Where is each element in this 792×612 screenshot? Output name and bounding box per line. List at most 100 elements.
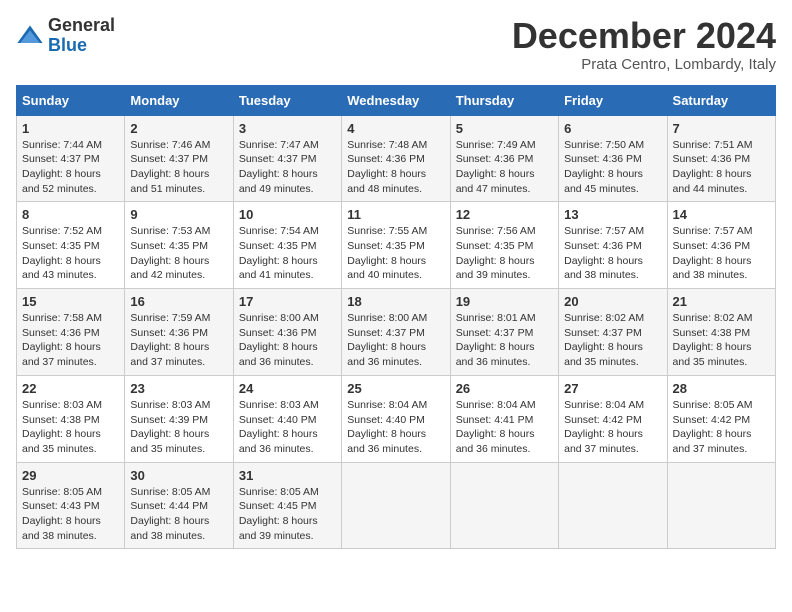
day-number: 12 xyxy=(456,207,553,222)
empty-cell xyxy=(559,462,667,549)
day-number: 27 xyxy=(564,381,661,396)
day-number: 16 xyxy=(130,294,227,309)
col-tuesday: Tuesday xyxy=(233,85,341,115)
day-number: 1 xyxy=(22,121,119,136)
day-info: Sunrise: 7:48 AM Sunset: 4:36 PM Dayligh… xyxy=(347,138,444,197)
day-info: Sunrise: 7:50 AM Sunset: 4:36 PM Dayligh… xyxy=(564,138,661,197)
day-info: Sunrise: 7:49 AM Sunset: 4:36 PM Dayligh… xyxy=(456,138,553,197)
logo: General Blue xyxy=(16,16,115,56)
col-monday: Monday xyxy=(125,85,233,115)
day-cell-27: 27 Sunrise: 8:04 AM Sunset: 4:42 PM Dayl… xyxy=(559,375,667,462)
col-sunday: Sunday xyxy=(17,85,125,115)
day-cell-31: 31 Sunrise: 8:05 AM Sunset: 4:45 PM Dayl… xyxy=(233,462,341,549)
day-number: 9 xyxy=(130,207,227,222)
day-info: Sunrise: 7:54 AM Sunset: 4:35 PM Dayligh… xyxy=(239,224,336,283)
day-number: 23 xyxy=(130,381,227,396)
day-cell-2: 2 Sunrise: 7:46 AM Sunset: 4:37 PM Dayli… xyxy=(125,115,233,202)
day-cell-17: 17 Sunrise: 8:00 AM Sunset: 4:36 PM Dayl… xyxy=(233,289,341,376)
day-cell-24: 24 Sunrise: 8:03 AM Sunset: 4:40 PM Dayl… xyxy=(233,375,341,462)
empty-cell xyxy=(450,462,558,549)
day-info: Sunrise: 8:04 AM Sunset: 4:42 PM Dayligh… xyxy=(564,398,661,457)
day-number: 5 xyxy=(456,121,553,136)
day-number: 14 xyxy=(673,207,770,222)
calendar-week-4: 22 Sunrise: 8:03 AM Sunset: 4:38 PM Dayl… xyxy=(17,375,776,462)
day-info: Sunrise: 8:04 AM Sunset: 4:40 PM Dayligh… xyxy=(347,398,444,457)
calendar-week-3: 15 Sunrise: 7:58 AM Sunset: 4:36 PM Dayl… xyxy=(17,289,776,376)
day-cell-29: 29 Sunrise: 8:05 AM Sunset: 4:43 PM Dayl… xyxy=(17,462,125,549)
calendar-week-5: 29 Sunrise: 8:05 AM Sunset: 4:43 PM Dayl… xyxy=(17,462,776,549)
day-cell-14: 14 Sunrise: 7:57 AM Sunset: 4:36 PM Dayl… xyxy=(667,202,775,289)
day-cell-16: 16 Sunrise: 7:59 AM Sunset: 4:36 PM Dayl… xyxy=(125,289,233,376)
day-info: Sunrise: 7:53 AM Sunset: 4:35 PM Dayligh… xyxy=(130,224,227,283)
day-cell-30: 30 Sunrise: 8:05 AM Sunset: 4:44 PM Dayl… xyxy=(125,462,233,549)
day-number: 29 xyxy=(22,468,119,483)
day-info: Sunrise: 7:56 AM Sunset: 4:35 PM Dayligh… xyxy=(456,224,553,283)
logo-text: General Blue xyxy=(48,16,115,56)
day-info: Sunrise: 8:00 AM Sunset: 4:37 PM Dayligh… xyxy=(347,311,444,370)
day-number: 7 xyxy=(673,121,770,136)
day-number: 3 xyxy=(239,121,336,136)
day-cell-11: 11 Sunrise: 7:55 AM Sunset: 4:35 PM Dayl… xyxy=(342,202,450,289)
calendar-week-2: 8 Sunrise: 7:52 AM Sunset: 4:35 PM Dayli… xyxy=(17,202,776,289)
day-number: 11 xyxy=(347,207,444,222)
day-cell-10: 10 Sunrise: 7:54 AM Sunset: 4:35 PM Dayl… xyxy=(233,202,341,289)
day-number: 20 xyxy=(564,294,661,309)
day-number: 18 xyxy=(347,294,444,309)
day-info: Sunrise: 8:02 AM Sunset: 4:38 PM Dayligh… xyxy=(673,311,770,370)
day-info: Sunrise: 8:01 AM Sunset: 4:37 PM Dayligh… xyxy=(456,311,553,370)
day-info: Sunrise: 8:03 AM Sunset: 4:39 PM Dayligh… xyxy=(130,398,227,457)
day-number: 21 xyxy=(673,294,770,309)
day-number: 25 xyxy=(347,381,444,396)
day-cell-13: 13 Sunrise: 7:57 AM Sunset: 4:36 PM Dayl… xyxy=(559,202,667,289)
day-info: Sunrise: 8:05 AM Sunset: 4:45 PM Dayligh… xyxy=(239,485,336,544)
calendar-week-1: 1 Sunrise: 7:44 AM Sunset: 4:37 PM Dayli… xyxy=(17,115,776,202)
col-wednesday: Wednesday xyxy=(342,85,450,115)
day-info: Sunrise: 7:46 AM Sunset: 4:37 PM Dayligh… xyxy=(130,138,227,197)
month-title: December 2024 xyxy=(512,16,776,56)
day-cell-21: 21 Sunrise: 8:02 AM Sunset: 4:38 PM Dayl… xyxy=(667,289,775,376)
day-info: Sunrise: 8:00 AM Sunset: 4:36 PM Dayligh… xyxy=(239,311,336,370)
day-cell-7: 7 Sunrise: 7:51 AM Sunset: 4:36 PM Dayli… xyxy=(667,115,775,202)
day-info: Sunrise: 7:44 AM Sunset: 4:37 PM Dayligh… xyxy=(22,138,119,197)
day-info: Sunrise: 8:05 AM Sunset: 4:42 PM Dayligh… xyxy=(673,398,770,457)
page-header: General Blue December 2024 Prata Centro,… xyxy=(16,16,776,73)
day-number: 26 xyxy=(456,381,553,396)
day-cell-18: 18 Sunrise: 8:00 AM Sunset: 4:37 PM Dayl… xyxy=(342,289,450,376)
day-info: Sunrise: 7:58 AM Sunset: 4:36 PM Dayligh… xyxy=(22,311,119,370)
day-info: Sunrise: 8:03 AM Sunset: 4:40 PM Dayligh… xyxy=(239,398,336,457)
day-number: 22 xyxy=(22,381,119,396)
day-info: Sunrise: 8:04 AM Sunset: 4:41 PM Dayligh… xyxy=(456,398,553,457)
day-number: 17 xyxy=(239,294,336,309)
day-number: 28 xyxy=(673,381,770,396)
day-cell-8: 8 Sunrise: 7:52 AM Sunset: 4:35 PM Dayli… xyxy=(17,202,125,289)
day-info: Sunrise: 7:55 AM Sunset: 4:35 PM Dayligh… xyxy=(347,224,444,283)
day-cell-9: 9 Sunrise: 7:53 AM Sunset: 4:35 PM Dayli… xyxy=(125,202,233,289)
day-cell-20: 20 Sunrise: 8:02 AM Sunset: 4:37 PM Dayl… xyxy=(559,289,667,376)
day-cell-25: 25 Sunrise: 8:04 AM Sunset: 4:40 PM Dayl… xyxy=(342,375,450,462)
day-number: 13 xyxy=(564,207,661,222)
day-cell-1: 1 Sunrise: 7:44 AM Sunset: 4:37 PM Dayli… xyxy=(17,115,125,202)
day-cell-5: 5 Sunrise: 7:49 AM Sunset: 4:36 PM Dayli… xyxy=(450,115,558,202)
logo-icon xyxy=(16,22,44,50)
col-saturday: Saturday xyxy=(667,85,775,115)
title-block: December 2024 Prata Centro, Lombardy, It… xyxy=(512,16,776,73)
day-cell-15: 15 Sunrise: 7:58 AM Sunset: 4:36 PM Dayl… xyxy=(17,289,125,376)
day-number: 4 xyxy=(347,121,444,136)
day-info: Sunrise: 7:57 AM Sunset: 4:36 PM Dayligh… xyxy=(673,224,770,283)
day-info: Sunrise: 7:59 AM Sunset: 4:36 PM Dayligh… xyxy=(130,311,227,370)
day-number: 8 xyxy=(22,207,119,222)
day-info: Sunrise: 7:47 AM Sunset: 4:37 PM Dayligh… xyxy=(239,138,336,197)
day-info: Sunrise: 7:57 AM Sunset: 4:36 PM Dayligh… xyxy=(564,224,661,283)
day-cell-26: 26 Sunrise: 8:04 AM Sunset: 4:41 PM Dayl… xyxy=(450,375,558,462)
day-cell-3: 3 Sunrise: 7:47 AM Sunset: 4:37 PM Dayli… xyxy=(233,115,341,202)
day-number: 19 xyxy=(456,294,553,309)
day-info: Sunrise: 8:05 AM Sunset: 4:43 PM Dayligh… xyxy=(22,485,119,544)
header-row: Sunday Monday Tuesday Wednesday Thursday… xyxy=(17,85,776,115)
day-cell-12: 12 Sunrise: 7:56 AM Sunset: 4:35 PM Dayl… xyxy=(450,202,558,289)
calendar-table: Sunday Monday Tuesday Wednesday Thursday… xyxy=(16,85,776,550)
day-info: Sunrise: 7:51 AM Sunset: 4:36 PM Dayligh… xyxy=(673,138,770,197)
day-info: Sunrise: 8:02 AM Sunset: 4:37 PM Dayligh… xyxy=(564,311,661,370)
day-info: Sunrise: 8:05 AM Sunset: 4:44 PM Dayligh… xyxy=(130,485,227,544)
day-number: 2 xyxy=(130,121,227,136)
day-cell-23: 23 Sunrise: 8:03 AM Sunset: 4:39 PM Dayl… xyxy=(125,375,233,462)
